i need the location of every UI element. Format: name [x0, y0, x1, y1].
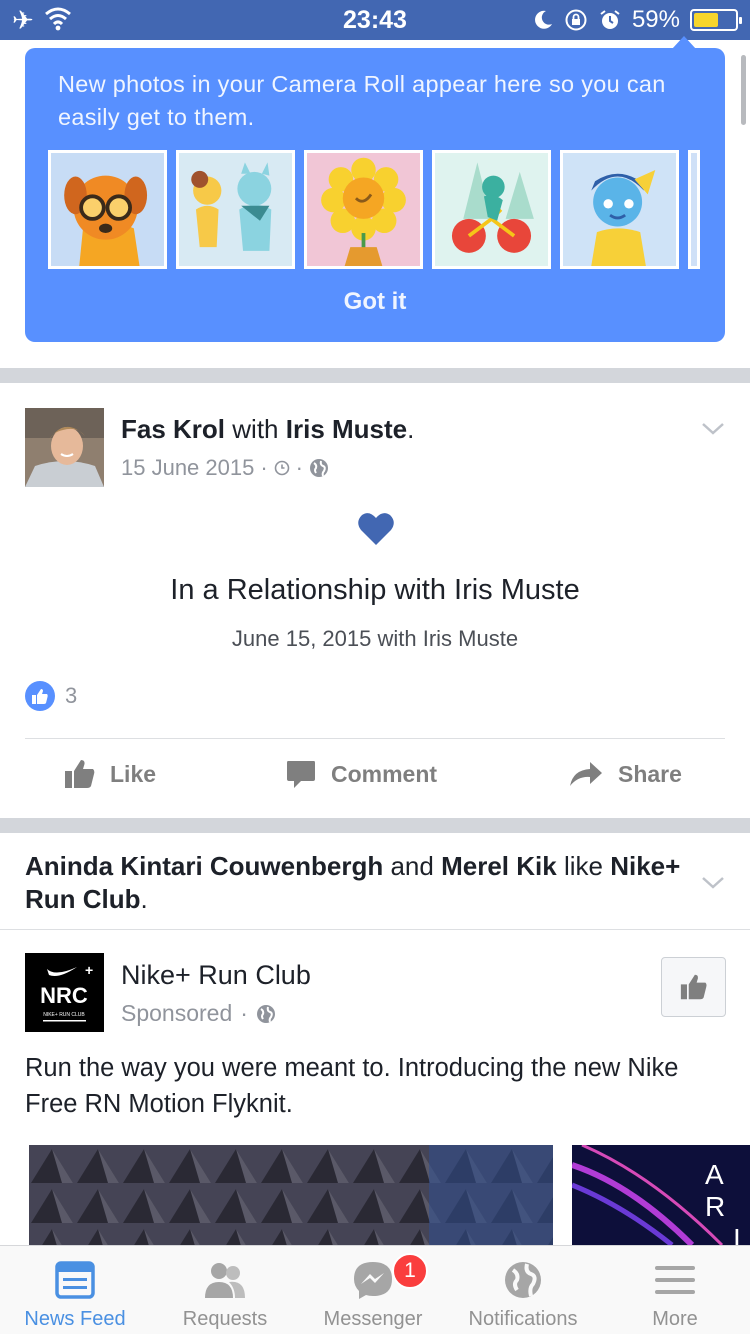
tab-requests[interactable]: Requests [150, 1246, 300, 1334]
post-date[interactable]: 15 June 2015 [121, 455, 254, 481]
ad-media-text: A R I [705, 1159, 750, 1245]
globe-icon [505, 1262, 541, 1298]
ad-page-name[interactable]: Nike+ Run Club [121, 960, 311, 991]
meta-separator: · [240, 1000, 248, 1026]
story-options-chevron-icon[interactable] [700, 869, 726, 895]
like-label: Like [110, 760, 157, 787]
friends-like-header: Aninda Kintari Couwenbergh and Merel Kik… [25, 850, 685, 916]
status-right: 59% [532, 6, 742, 34]
tagged-name[interactable]: Iris Muste [286, 414, 407, 444]
svg-text:+: + [85, 962, 93, 978]
character-illustration [563, 153, 676, 266]
sponsored-text[interactable]: Sponsored [121, 1000, 232, 1027]
nrc-logo-small-text: NIKE+ RUN CLUB [43, 1012, 85, 1018]
comment-icon [287, 761, 315, 788]
messenger-badge: 1 [392, 1253, 428, 1289]
reaction-summary[interactable]: 3 [25, 681, 77, 711]
ad-carousel-image[interactable]: A R I [572, 1145, 750, 1245]
life-event-subtitle: June 15, 2015 with Iris Muste [231, 626, 519, 651]
nrc-logo-text: NRC [40, 983, 88, 1008]
battery-percent: 59% [631, 6, 680, 33]
scrollbar[interactable] [741, 55, 746, 125]
camera-roll-thumbnails [48, 150, 700, 269]
alarm-icon [600, 10, 620, 29]
nrc-logo[interactable]: + NRC NIKE+ RUN CLUB [25, 953, 104, 1032]
menu-icon [655, 1266, 695, 1294]
thumbs-up-icon [680, 974, 707, 1000]
comment-button[interactable]: Comment [285, 758, 437, 790]
dog-illustration [51, 153, 164, 266]
meta-separator: · [260, 455, 268, 480]
meta-separator: · [295, 455, 303, 480]
battery-icon [690, 9, 742, 31]
like-count: 3 [65, 683, 78, 708]
share-button[interactable]: Share [568, 758, 682, 790]
like-button[interactable]: Like [64, 758, 156, 790]
globe-icon [310, 459, 328, 477]
tab-messenger[interactable]: Messenger [298, 1246, 448, 1334]
messenger-icon [354, 1262, 392, 1299]
with-word: with [232, 414, 279, 444]
news-feed-icon [55, 1261, 95, 1299]
camera-roll-thumbnail[interactable] [176, 150, 295, 269]
camera-roll-thumbnail[interactable] [304, 150, 423, 269]
clock-icon [274, 460, 289, 476]
tab-news-feed[interactable]: News Feed [0, 1246, 150, 1334]
post-meta: 15 June 2015 · · [121, 455, 329, 481]
like-reaction-icon [25, 681, 55, 711]
camera-roll-card: New photos in your Camera Roll appear he… [25, 48, 725, 342]
tab-more[interactable]: More [600, 1246, 750, 1334]
camera-roll-thumbnail[interactable] [560, 150, 679, 269]
ad-carousel-image[interactable] [29, 1145, 553, 1245]
dogs-illustration [179, 153, 292, 266]
tab-label: More [652, 1308, 698, 1330]
post-options-chevron-icon[interactable] [700, 415, 726, 441]
actions-divider [25, 738, 725, 739]
camera-roll-thumbnail[interactable] [48, 150, 167, 269]
monkey-bicycle-illustration [435, 153, 548, 266]
tab-bar: News Feed Requests Messenger Notificatio… [0, 1245, 750, 1334]
sponsored-label: Sponsored · [121, 1000, 276, 1027]
like-page-button[interactable] [661, 957, 726, 1017]
comment-label: Comment [331, 760, 438, 787]
camera-roll-message: New photos in your Camera Roll appear he… [58, 71, 666, 130]
ad-media-text-line: A R [705, 1159, 732, 1222]
tab-label: Messenger [323, 1308, 423, 1330]
tab-notifications[interactable]: Notifications [448, 1246, 598, 1334]
camera-roll-thumbnail[interactable] [432, 150, 551, 269]
story-divider [0, 929, 750, 930]
tab-label: News Feed [24, 1308, 126, 1330]
like-word: like [563, 851, 603, 881]
do-not-disturb-icon [535, 10, 552, 29]
sunflower-illustration [307, 153, 420, 266]
life-event-title: In a Relationship with Iris Muste [170, 574, 580, 606]
thumbs-up-icon [65, 760, 95, 788]
got-it-button[interactable]: Got it [25, 288, 725, 316]
author-avatar[interactable] [25, 408, 104, 487]
battery-fill [694, 13, 718, 27]
friend-name[interactable]: Merel Kik [441, 851, 557, 881]
feed-divider [0, 368, 750, 383]
friends-icon [205, 1263, 245, 1298]
feed-divider [0, 818, 750, 833]
post-actions: Like Comment Share [0, 758, 750, 798]
and-word: and [390, 851, 434, 881]
share-label: Share [618, 760, 682, 787]
friend-name[interactable]: Aninda Kintari Couwenbergh [25, 851, 383, 881]
globe-icon [256, 1004, 275, 1023]
author-name[interactable]: Fas Krol [121, 414, 225, 444]
story-period: . [140, 884, 148, 914]
heart-icon [358, 513, 394, 545]
header-period: . [407, 414, 415, 444]
ad-media-text-line: I [733, 1223, 747, 1245]
ad-text: Run the way you were meant to. Introduci… [25, 1054, 679, 1118]
share-icon [570, 762, 602, 786]
tab-label: Notifications [468, 1308, 578, 1330]
rotation-lock-icon [565, 9, 587, 31]
tab-label: Requests [182, 1308, 268, 1330]
post-header: Fas Krol with Iris Muste. [121, 414, 414, 445]
status-bar: ✈ 23:43 59% [0, 0, 750, 40]
camera-roll-thumbnail[interactable] [688, 150, 700, 269]
